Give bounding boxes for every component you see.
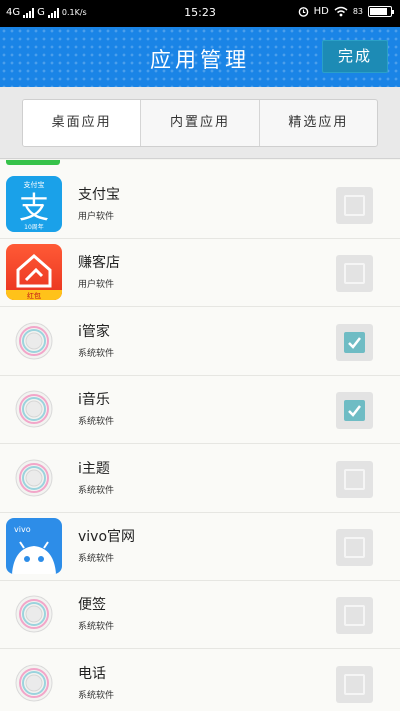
- app-type-label: 系统软件: [78, 349, 115, 359]
- tab-strip: 桌面应用 内置应用 精选应用: [0, 87, 400, 159]
- app-list[interactable]: 支付宝支 10周年 支付宝 用户软件 红包 赚客店 用户软件 i管家 系统软件 i音乐 系统软件 i主…: [0, 160, 400, 711]
- app-name: i管家: [78, 324, 110, 340]
- app-name: 电话: [78, 666, 106, 682]
- svg-text:vivo: vivo: [14, 525, 31, 534]
- tab-3[interactable]: 精选应用: [260, 100, 377, 146]
- placeholder-icon: [6, 313, 62, 369]
- list-item[interactable]: 红包 赚客店用户软件: [0, 239, 400, 307]
- app-name: 便签: [78, 597, 106, 613]
- placeholder-icon: [6, 450, 62, 506]
- select-checkbox[interactable]: [336, 597, 373, 634]
- battery-percent: 83: [352, 7, 363, 16]
- previous-item-edge: [6, 160, 60, 165]
- app-header: 应用管理 完成: [0, 27, 400, 87]
- tab-1[interactable]: 桌面应用: [23, 100, 142, 146]
- list-item[interactable]: i管家系统软件: [0, 308, 400, 376]
- list-item[interactable]: vivo vivo官网系统软件: [0, 513, 400, 581]
- tab-2[interactable]: 内置应用: [141, 100, 260, 146]
- battery-icon: [368, 6, 394, 17]
- app-name: i音乐: [78, 392, 110, 408]
- select-checkbox[interactable]: [336, 187, 373, 224]
- svg-text:红包: 红包: [27, 291, 41, 300]
- shop-icon: 红包: [6, 244, 62, 300]
- list-item[interactable]: 便签 系统软件: [0, 581, 400, 649]
- list-item[interactable]: i音乐系统软件: [0, 376, 400, 444]
- select-checkbox[interactable]: [336, 529, 373, 566]
- app-type-label: 用户软件: [78, 212, 115, 222]
- select-checkbox[interactable]: [336, 255, 373, 292]
- placeholder-icon: [6, 586, 62, 642]
- app-type-label: 系统软件: [78, 622, 115, 632]
- list-item[interactable]: i主题系统软件: [0, 445, 400, 513]
- svg-text:支: 支: [19, 191, 49, 226]
- app-name: 赚客店: [78, 255, 120, 271]
- select-checkbox[interactable]: [336, 392, 373, 429]
- app-type-label: 系统软件: [78, 554, 115, 564]
- select-checkbox[interactable]: [336, 666, 373, 703]
- app-type-label: 系统软件: [78, 486, 115, 496]
- app-name: 支付宝: [78, 187, 120, 203]
- wifi-icon: [334, 6, 348, 17]
- app-name: vivo官网: [78, 529, 136, 545]
- placeholder-icon: [6, 381, 62, 437]
- check-icon: [348, 337, 361, 349]
- check-icon: [348, 405, 361, 417]
- placeholder-icon: [6, 655, 62, 711]
- app-type-label: 用户软件: [78, 280, 115, 290]
- select-checkbox[interactable]: [336, 324, 373, 361]
- vivo-icon: vivo: [6, 518, 62, 574]
- svg-text:10周年: 10周年: [24, 223, 44, 231]
- app-type-label: 系统软件: [78, 417, 115, 427]
- tab-group: 桌面应用 内置应用 精选应用: [22, 99, 378, 147]
- status-bar: 4G G 0.1K/s 15:23 HD 83: [0, 0, 400, 27]
- alipay-icon: 支付宝支 10周年: [6, 176, 62, 232]
- app-type-label: 系统软件: [78, 691, 115, 701]
- svg-text:支付宝: 支付宝: [24, 180, 45, 189]
- app-name: i主题: [78, 461, 110, 477]
- list-item[interactable]: 电话 系统软件: [0, 650, 400, 711]
- done-button[interactable]: 完成: [322, 40, 388, 73]
- alarm-icon: [298, 7, 308, 17]
- hd-label: HD: [313, 6, 329, 17]
- list-item[interactable]: 支付宝支 10周年 支付宝 用户软件: [0, 171, 400, 239]
- select-checkbox[interactable]: [336, 461, 373, 498]
